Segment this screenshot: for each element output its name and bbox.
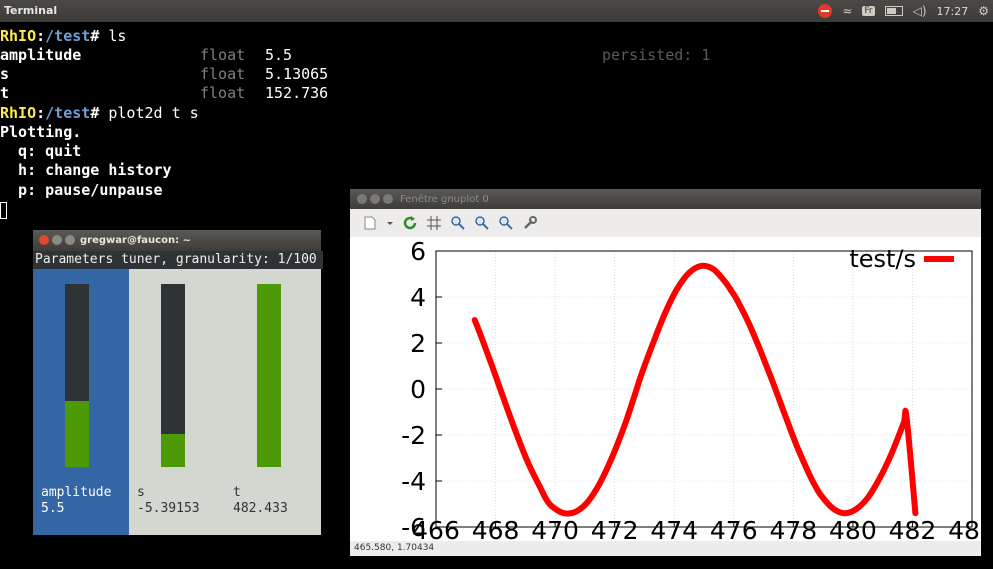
series-line-test-s <box>471 262 919 517</box>
param-label: t <box>233 485 241 500</box>
plot-series <box>471 262 919 517</box>
param-slider-bar[interactable] <box>65 284 89 467</box>
x-tick-label: 476 <box>710 516 758 541</box>
param-type: float <box>200 46 246 64</box>
y-tick-label: 0 <box>410 375 426 404</box>
close-icon[interactable] <box>39 235 49 245</box>
param-type: float <box>200 84 246 102</box>
close-icon[interactable] <box>357 194 367 204</box>
plot-canvas[interactable]: 4664684704724744764784804824846420-2-4-6… <box>350 237 981 541</box>
slider-fill <box>161 434 185 467</box>
tuner-window-title: gregwar@faucon: ~ <box>80 235 191 246</box>
prompt-line-1: RhIO:/test# ls <box>0 27 127 45</box>
output-line: q: quit <box>0 142 82 160</box>
param-value: 5.5 <box>265 46 293 64</box>
copy-icon[interactable] <box>362 215 378 231</box>
param-row-amplitude: amplitude <box>0 46 82 64</box>
tuner-param-amplitude[interactable]: amplitude 5.5 <box>33 269 129 535</box>
param-row-s: s <box>0 65 10 83</box>
y-tick-label: 4 <box>410 283 426 312</box>
x-tick-label: 484 <box>948 516 981 541</box>
grid-icon[interactable] <box>426 215 442 231</box>
tuner-titlebar[interactable]: gregwar@faucon: ~ <box>33 230 321 251</box>
active-window-title: Terminal <box>4 4 58 17</box>
tuner-param-s[interactable]: s -5.39153 <box>129 269 225 535</box>
y-tick-label: -2 <box>401 421 426 450</box>
param-value: 5.5 <box>41 501 65 516</box>
plot-grid <box>435 250 973 528</box>
maximize-icon[interactable] <box>383 194 393 204</box>
y-tick-label: -4 <box>401 467 426 496</box>
param-value: 482.433 <box>233 501 288 516</box>
y-tick-label: -6 <box>401 513 426 541</box>
legend-label: test/s <box>849 245 916 273</box>
clock[interactable]: 17:27 <box>937 5 969 18</box>
param-slider-bar[interactable] <box>257 284 281 467</box>
x-tick-label: 480 <box>829 516 877 541</box>
gnuplot-window-title: Fenêtre gnuplot 0 <box>400 194 489 205</box>
gnuplot-toolbar <box>350 209 981 237</box>
param-value: -5.39153 <box>137 501 200 516</box>
output-line: Plotting. <box>0 123 82 141</box>
system-tray: ≈ Fr ◁) 17:27 ⚙ <box>818 0 989 22</box>
volume-icon[interactable]: ◁) <box>913 4 927 18</box>
replot-icon[interactable] <box>402 215 418 231</box>
param-value: 5.13065 <box>265 65 329 83</box>
tuner-param-t[interactable]: t 482.433 <box>225 269 321 535</box>
wifi-icon[interactable]: ≈ <box>842 4 852 18</box>
param-label: s <box>137 485 145 500</box>
gear-icon[interactable]: ⚙ <box>978 4 989 18</box>
persisted-flag: persisted: 1 <box>602 46 711 64</box>
output-line: p: pause/unpause <box>0 181 163 199</box>
zoom-out-icon[interactable] <box>498 215 514 231</box>
minimize-icon[interactable] <box>52 235 62 245</box>
tuner-window[interactable]: gregwar@faucon: ~ Parameters tuner, gran… <box>33 230 323 535</box>
dropdown-icon[interactable] <box>386 215 394 231</box>
zoom-next-icon[interactable] <box>474 215 490 231</box>
battery-icon[interactable] <box>884 6 903 16</box>
slider-fill <box>257 284 281 467</box>
update-stop-icon[interactable] <box>818 4 833 18</box>
gnuplot-titlebar[interactable]: Fenêtre gnuplot 0 <box>350 189 981 209</box>
param-slider-bar[interactable] <box>161 284 185 467</box>
terminal-cursor <box>0 202 7 219</box>
param-label: amplitude <box>41 485 112 500</box>
slider-fill <box>65 401 89 467</box>
y-tick-label: 6 <box>410 237 426 266</box>
x-tick-label: 472 <box>591 516 639 541</box>
param-value: 152.736 <box>265 84 329 102</box>
x-tick-label: 470 <box>531 516 579 541</box>
y-tick-label: 2 <box>410 329 426 358</box>
gnuplot-window[interactable]: Fenêtre gnuplot 0 466 468 470 472 474 476 478 4… <box>350 189 981 556</box>
tuner-header: Parameters tuner, granularity: 1/100 <box>33 251 323 269</box>
x-tick-label: 474 <box>650 516 698 541</box>
param-type: float <box>200 65 246 83</box>
maximize-icon[interactable] <box>65 235 75 245</box>
minimize-icon[interactable] <box>370 194 380 204</box>
zoom-prev-icon[interactable] <box>450 215 466 231</box>
settings-icon[interactable] <box>522 215 538 231</box>
x-tick-label: 468 <box>472 516 520 541</box>
output-line: h: change history <box>0 161 172 179</box>
prompt-line-2: RhIO:/test# plot2d t s <box>0 104 199 122</box>
x-tick-label: 482 <box>889 516 937 541</box>
keyboard-layout-indicator[interactable]: Fr <box>862 6 875 16</box>
top-panel: Terminal ≈ Fr ◁) 17:27 ⚙ <box>0 0 993 22</box>
x-tick-label: 478 <box>769 516 817 541</box>
legend: test/s <box>849 245 954 273</box>
gnuplot-statusbar: 465.580, 1.70434 <box>350 541 981 556</box>
param-row-t: t <box>0 84 10 102</box>
